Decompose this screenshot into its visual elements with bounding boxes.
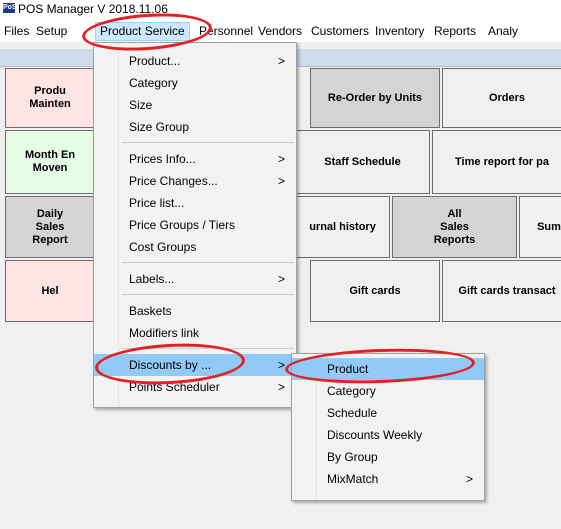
menu-item-labels[interactable]: Labels... > (94, 268, 296, 290)
submenu-item-schedule[interactable]: Schedule (292, 402, 484, 424)
menu-item-label: Prices Info... (129, 152, 196, 166)
menu-item-size-group[interactable]: Size Group (94, 116, 296, 138)
submenu-arrow-icon: > (278, 54, 286, 68)
submenu-arrow-icon: > (278, 174, 286, 188)
menu-item-cost-groups[interactable]: Cost Groups (94, 236, 296, 258)
submenu-arrow-icon: > (278, 272, 286, 286)
menu-item-size[interactable]: Size (94, 94, 296, 116)
menu-files[interactable]: Files (4, 24, 29, 38)
menu-customers[interactable]: Customers (311, 24, 369, 38)
menu-item-label: Size Group (129, 120, 190, 134)
menu-vendors[interactable]: Vendors (258, 24, 302, 38)
submenu-arrow-icon: > (466, 472, 474, 486)
menu-separator (122, 294, 294, 295)
menu-separator (122, 262, 294, 263)
menu-inventory[interactable]: Inventory (375, 24, 424, 38)
submenu-item-discounts-weekly[interactable]: Discounts Weekly (292, 424, 484, 446)
menu-item-modifiers-link[interactable]: Modifiers link (94, 322, 296, 344)
product-service-menu: Product... > Category Size Size Group Pr… (93, 42, 297, 408)
menu-product-service[interactable]: Product Service (95, 22, 190, 41)
tile-help[interactable]: Hel (5, 260, 95, 322)
submenu-arrow-icon: > (278, 380, 286, 394)
title-bar: PoS POS Manager V 2018.11.06 (0, 0, 561, 20)
menu-item-category[interactable]: Category (94, 72, 296, 94)
tile-time-report[interactable]: Time report for pa (432, 130, 561, 194)
tile-gift-cards[interactable]: Gift cards (310, 260, 440, 322)
menu-item-prices-info[interactable]: Prices Info... > (94, 148, 296, 170)
submenu-item-mixmatch[interactable]: MixMatch > (292, 468, 484, 490)
menu-item-label: Discounts by ... (129, 358, 212, 372)
menu-item-points-scheduler[interactable]: Points Scheduler > (94, 376, 296, 398)
menu-item-label: Category (327, 384, 376, 398)
submenu-item-product[interactable]: Product (292, 358, 484, 380)
menu-separator (122, 142, 294, 143)
menu-item-product[interactable]: Product... > (94, 50, 296, 72)
tile-reorder-by-units[interactable]: Re-Order by Units (310, 68, 440, 128)
tile-orders[interactable]: Orders (442, 68, 561, 128)
menu-item-label: Baskets (129, 304, 172, 318)
menu-item-label: Cost Groups (129, 240, 197, 254)
discounts-submenu: Product Category Schedule Discounts Week… (291, 353, 485, 501)
menu-item-label: Price Groups / Tiers (129, 218, 236, 232)
menu-item-label: Category (129, 76, 178, 90)
window-title: POS Manager V 2018.11.06 (18, 2, 168, 16)
tile-month-end-movement[interactable]: Month En Moven (5, 130, 95, 194)
menu-personnel[interactable]: Personnel (199, 24, 253, 38)
menu-item-discounts-by[interactable]: Discounts by ... > (94, 354, 296, 376)
tile-journal-history[interactable]: urnal history (295, 196, 390, 258)
menu-item-label: MixMatch (327, 472, 379, 486)
menu-bar: Files Setup Product Service Personnel Ve… (0, 20, 561, 42)
menu-analytics[interactable]: Analy (488, 24, 518, 38)
menu-item-label: By Group (327, 450, 378, 464)
tile-product-maintenance[interactable]: Produ Mainten (5, 68, 95, 128)
tile-all-sales-reports[interactable]: All Sales Reports (392, 196, 517, 258)
menu-item-label: Schedule (327, 406, 378, 420)
menu-item-label: Price list... (129, 196, 185, 210)
menu-reports[interactable]: Reports (434, 24, 476, 38)
tile-gift-cards-transactions[interactable]: Gift cards transact (442, 260, 561, 322)
menu-item-label: Discounts Weekly (327, 428, 423, 442)
menu-item-label: Points Scheduler (129, 380, 220, 394)
menu-item-label: Modifiers link (129, 326, 200, 340)
tile-summary[interactable]: Sum (519, 196, 561, 258)
menu-item-label: Product... (129, 54, 181, 68)
menu-item-price-changes[interactable]: Price Changes... > (94, 170, 296, 192)
submenu-item-by-group[interactable]: By Group (292, 446, 484, 468)
menu-setup[interactable]: Setup (36, 24, 67, 38)
menu-item-baskets[interactable]: Baskets (94, 300, 296, 322)
submenu-arrow-icon: > (278, 358, 286, 372)
menu-item-label: Product (327, 362, 369, 376)
menu-item-label: Price Changes... (129, 174, 218, 188)
menu-item-label: Labels... (129, 272, 175, 286)
tile-daily-sales-report[interactable]: Daily Sales Report (5, 196, 95, 258)
tile-staff-schedule[interactable]: Staff Schedule (295, 130, 430, 194)
menu-item-price-groups-tiers[interactable]: Price Groups / Tiers (94, 214, 296, 236)
app-logo-icon: PoS (3, 3, 17, 13)
submenu-item-category[interactable]: Category (292, 380, 484, 402)
menu-separator (122, 348, 294, 349)
submenu-arrow-icon: > (278, 152, 286, 166)
menu-item-label: Size (129, 98, 153, 112)
menu-item-price-list[interactable]: Price list... (94, 192, 296, 214)
